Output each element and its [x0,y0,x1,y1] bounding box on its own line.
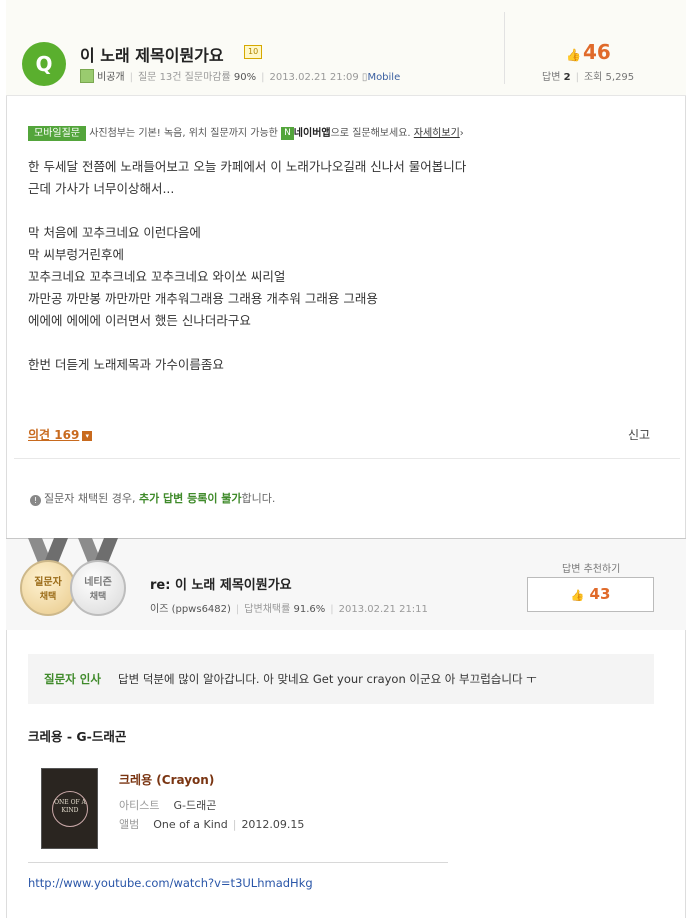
album-title-link[interactable]: 크레용 (Crayon) [119,771,214,788]
question-stats-label: 질문 13건 질문마감률 [137,72,231,83]
album-info: 아티스트 G-드래곤 앨범 One of a Kind | 2012.09.15 [119,799,305,831]
asker-adopted-medal-icon: 질문자채택 [20,560,76,616]
notice-suffix: 합니다. [241,492,276,505]
adopt-notice: ! 질문자 채택된 경우, 추가 답변 등록이 불가합니다. [30,490,275,506]
mobile-question-tag: 모바일질문 [28,125,86,141]
answer-title: re: 이 노래 제목이뭔가요 [150,578,292,593]
divider [14,458,680,459]
answers-count: 2 [563,72,571,83]
recommend-label: 답변 추천하기 [562,564,621,575]
views-count: 5,295 [605,72,635,83]
medal-label: 네티즌 [84,577,112,588]
question-title[interactable]: 이 노래 제목이뭔가요 [80,42,224,66]
mobile-notice-text: 사진첨부는 기본! 녹음, 위치 질문까지 가능한 [89,128,278,139]
report-button[interactable]: 신고 [628,426,650,443]
question-meta: 비공개 | 질문 13건 질문마감률 90% | 2013.02.21 21:09 ▯M… [80,68,400,83]
question-datetime: 2013.02.21 21:09 [269,72,359,83]
artist-name[interactable]: G-드래곤 [173,799,216,812]
naver-icon: N [281,126,294,140]
release-date: 2012.09.15 [241,818,305,831]
thumbs-up-icon: 👍 [566,48,581,62]
greeting-text: 답변 덕분에 많이 알아갑니다. 아 맞네요 Get your crayon 이… [118,672,537,686]
asker-greeting: 질문자 인사 답변 덕분에 많이 알아갑니다. 아 맞네요 Get your c… [28,654,654,704]
chevron-right-icon: › [459,128,464,139]
divider [28,862,448,863]
naver-app-label: 네이버앱 [293,128,331,139]
answer-meta: 이즈 (ppws6482) | 답변채택률 91.6% | 2013.02.21 21:… [150,604,428,615]
notice-emphasis: 추가 답변 등록이 불가 [138,492,242,505]
thumbs-up-icon: 👍 [570,589,585,602]
greeting-label: 질문자 인사 [44,672,101,686]
mobile-notice-suffix: 으로 질문해보세요. [330,128,411,139]
album-name[interactable]: One of a Kind [153,818,227,831]
views-label: 조회 [583,72,603,83]
avatar-icon [80,69,94,83]
album-label: 앨범 [119,818,140,831]
song-line: 크레용 - G-드래곤 [28,729,127,744]
youtube-link[interactable]: http://www.youtube.com/watch?v=t3ULhmadH… [28,876,313,890]
medal-label: 질문자 [34,577,62,588]
device-label: Mobile [367,72,401,83]
medal-sublabel: 채택 [89,592,107,602]
opinion-label: 의견 169 [28,428,80,442]
asker-nickname[interactable]: 비공개 [97,72,125,83]
level-badge: 10 [244,45,263,59]
netizen-adopted-medal-icon: 네티즌채택 [70,560,126,616]
adopt-rate: 91.6% [293,604,326,615]
comment-icon: ▾ [82,431,93,441]
question-content: 한 두세달 전쯤에 노래들어보고 오늘 카페에서 이 노래가나오길래 신나서 물… [28,159,467,372]
answer-datetime: 2013.02.21 21:11 [338,604,428,615]
answerer-nickname[interactable]: 이즈 (ppws6482) [150,604,231,615]
question-counts: 답변 2 | 조회 5,295 [542,72,635,83]
adopt-label: 답변채택률 [244,604,291,615]
answers-label: 답변 [542,72,561,83]
more-link[interactable]: 자세히보기 [414,128,460,139]
mobile-notice: 모바일질문 사진첨부는 기본! 녹음, 위치 질문까지 가능한 N 네이버앱으로 … [28,124,464,141]
question-score[interactable]: 👍 46 [566,40,611,64]
close-rate: 90% [233,72,257,83]
album-cover-text: ONE OF A KIND [52,791,88,827]
medal-sublabel: 채택 [39,592,57,602]
artist-label: 아티스트 [119,799,160,812]
opinion-link[interactable]: 의견 169 ▾ [28,426,93,443]
info-icon: ! [30,495,41,506]
header-divider [504,12,505,84]
score-value: 46 [582,40,611,64]
recommend-count: 43 [589,585,611,603]
notice-prefix: 질문자 채택된 경우, [44,492,136,505]
question-badge-icon: Q [22,42,66,86]
recommend-button[interactable]: 👍 43 [527,577,654,612]
album-cover[interactable]: ONE OF A KIND [41,768,98,849]
